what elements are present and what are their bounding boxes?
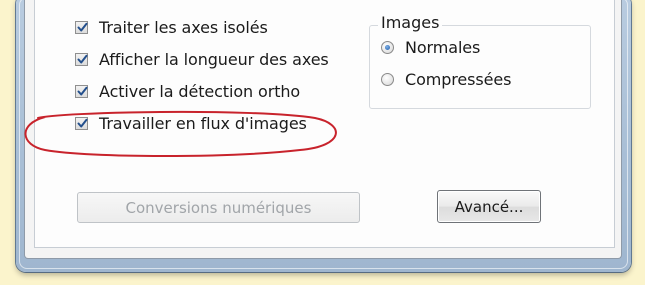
- option-traiter-axes-isoles[interactable]: Traiter les axes isolés: [75, 16, 268, 38]
- dialog-body: Traiter les axes isolés Afficher la long…: [24, 0, 622, 259]
- checkmark-icon: [77, 86, 88, 95]
- option-label: Activer la détection ortho: [99, 81, 301, 101]
- advanced-button[interactable]: Avancé...: [437, 190, 541, 223]
- checkbox[interactable]: [75, 84, 88, 98]
- images-group: Images Normales Compressées: [369, 13, 591, 109]
- option-activer-detection-ortho[interactable]: Activer la détection ortho: [75, 80, 300, 102]
- radio-button[interactable]: [381, 72, 394, 86]
- radio-label: Compressées: [405, 69, 512, 89]
- option-label: Afficher la longueur des axes: [99, 49, 329, 69]
- window-frame: Traiter les axes isolés Afficher la long…: [16, 0, 631, 272]
- radio-selected-dot: [385, 44, 390, 50]
- settings-panel: Traiter les axes isolés Afficher la long…: [34, 0, 615, 248]
- images-group-title: Images: [378, 13, 443, 32]
- checkmark-icon: [77, 22, 88, 31]
- option-afficher-longueur-axes[interactable]: Afficher la longueur des axes: [75, 48, 329, 70]
- conversions-numeriques-button[interactable]: Conversions numériques: [77, 192, 360, 223]
- radio-compressees[interactable]: Compressées: [381, 68, 511, 90]
- radio-normales[interactable]: Normales: [381, 36, 480, 58]
- radio-label: Normales: [405, 37, 481, 57]
- option-travailler-flux-images[interactable]: Travailler en flux d'images: [75, 112, 307, 134]
- option-label: Travailler en flux d'images: [99, 113, 307, 133]
- checkbox[interactable]: [75, 52, 88, 66]
- checkmark-icon: [77, 118, 88, 127]
- option-label: Traiter les axes isolés: [99, 17, 268, 37]
- checkbox[interactable]: [75, 116, 88, 130]
- checkbox[interactable]: [75, 20, 88, 34]
- radio-button[interactable]: [381, 40, 394, 54]
- checkmark-icon: [77, 54, 88, 63]
